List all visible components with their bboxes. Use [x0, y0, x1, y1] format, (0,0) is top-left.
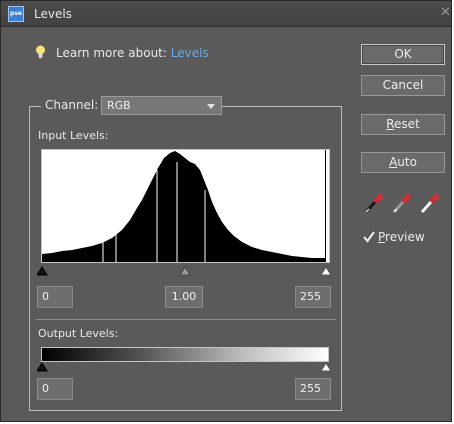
preview-label-rest: review [385, 230, 425, 244]
input-gamma-slider-handle[interactable] [179, 266, 191, 276]
lightbulb-icon [36, 45, 45, 59]
output-black-field[interactable]: 0 [37, 378, 73, 400]
dialog-title: Levels [34, 7, 72, 21]
preview-mnemonic: P [378, 230, 386, 244]
reset-label: eset [394, 117, 420, 131]
input-white-field[interactable]: 255 [295, 286, 331, 308]
ok-button[interactable]: OK [361, 44, 445, 65]
input-black-slider-handle[interactable] [37, 266, 48, 276]
cancel-button[interactable]: Cancel [361, 75, 445, 96]
black-eyedropper-icon[interactable] [363, 191, 385, 215]
app-icon: pse [8, 6, 24, 22]
output-levels-label: Output Levels: [38, 327, 119, 340]
learn-more-link[interactable]: Levels [171, 46, 209, 60]
channel-select[interactable]: RGB [101, 96, 222, 115]
preview-label[interactable]: Preview [378, 230, 425, 244]
learn-more-prefix: Learn more about: [56, 46, 167, 60]
gray-eyedropper-icon[interactable] [391, 191, 413, 215]
histogram [41, 149, 330, 263]
input-white-slider-handle[interactable] [320, 266, 332, 276]
chevron-down-icon [207, 104, 215, 109]
output-white-slider-handle[interactable] [320, 362, 332, 372]
auto-label: uto [397, 155, 417, 169]
input-slider[interactable] [37, 266, 333, 276]
output-black-slider-handle[interactable] [37, 362, 48, 372]
title-bar[interactable]: pse Levels ✕ [1, 1, 451, 27]
levels-dialog: pse Levels ✕ Learn more about: Levels OK… [0, 0, 452, 422]
input-black-field[interactable]: 0 [37, 286, 73, 308]
reset-button[interactable]: Reset [361, 114, 445, 135]
output-white-field[interactable]: 255 [295, 378, 331, 400]
learn-more-row: Learn more about: Levels [56, 46, 209, 60]
reset-mnemonic: R [386, 117, 395, 131]
channel-selected-value: RGB [107, 99, 131, 112]
histogram-shape [42, 150, 326, 262]
input-gamma-field[interactable]: 1.00 [165, 286, 203, 308]
white-eyedropper-icon[interactable] [419, 191, 441, 215]
channel-label: Channel: [41, 98, 103, 112]
section-divider [36, 319, 336, 320]
preview-checkbox[interactable] [363, 231, 375, 243]
output-slider[interactable] [37, 362, 333, 372]
close-icon[interactable]: ✕ [440, 5, 451, 20]
input-levels-label: Input Levels: [38, 129, 109, 142]
auto-button[interactable]: Auto [361, 152, 445, 173]
histogram-graph [42, 150, 326, 262]
output-gradient-bar [41, 347, 329, 362]
